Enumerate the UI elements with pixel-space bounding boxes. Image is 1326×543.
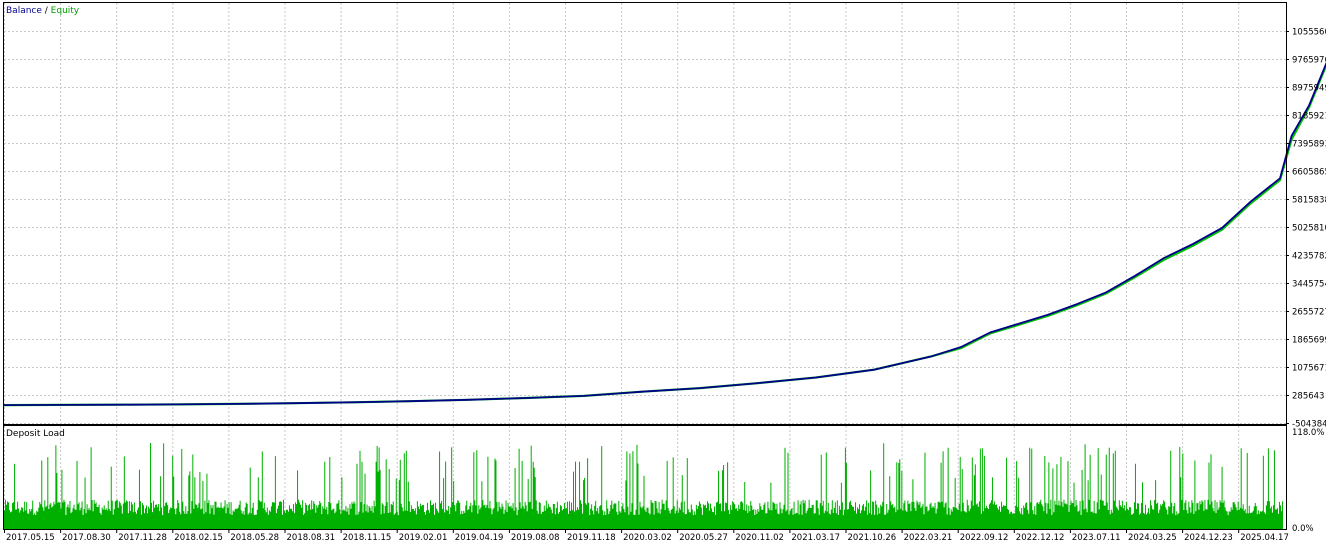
x-tick-label: 2021.03.17 [791, 533, 840, 543]
y-tick-label: 9765976 [1292, 56, 1326, 66]
y-tick-label: 6605865 [1292, 168, 1326, 178]
x-tick-label: 2022.03.21 [904, 533, 953, 543]
legend-equity: Equity [51, 6, 80, 16]
legend: Balance / Equity [6, 6, 80, 16]
x-tick-label: 2020.11.02 [735, 533, 784, 543]
x-tick-label: 2017.05.15 [6, 533, 55, 543]
x-tick-label: 2018.11.15 [343, 533, 392, 543]
y-tick-label: 4235782 [1292, 252, 1326, 262]
y-tick-label: 5025810 [1292, 224, 1326, 234]
x-tick-label: 2024.12.23 [1184, 533, 1233, 543]
background [0, 0, 1326, 543]
y-tick-label: 1865699 [1292, 336, 1326, 346]
x-tick-label: 2022.12.12 [1016, 533, 1065, 543]
x-tick-label: 2018.05.28 [230, 533, 279, 543]
x-tick-label: 2020.05.27 [679, 533, 728, 543]
y-tick-label: 10555600 [1292, 28, 1326, 38]
x-tick-label: 2018.08.31 [287, 533, 336, 543]
y-tick-label: 2655727 [1292, 308, 1326, 318]
x-tick-label: 2018.02.15 [174, 533, 223, 543]
y-tick-label: 8185921 [1292, 112, 1326, 122]
y-axis-labels: 10555600 9765976 8975949 8185921 7395893 6605… [1286, 28, 1326, 430]
x-tick-label: 2020.03.02 [623, 533, 672, 543]
deposit-y-label: 0.0% [1292, 524, 1314, 534]
strategy-tester-graph: Balance / Equity 10555600 9765976 8975949 8… [0, 0, 1326, 543]
x-tick-label: 2019.11.18 [567, 533, 616, 543]
x-tick-label: 2019.02.01 [399, 533, 448, 543]
x-tick-label: 2017.11.28 [118, 533, 167, 543]
x-tick-label: 2021.10.26 [848, 533, 897, 543]
x-tick-label: 2022.09.12 [960, 533, 1009, 543]
deposit-title: Deposit Load [6, 429, 65, 439]
legend-separator: / [42, 6, 51, 16]
x-tick-label: 2017.08.30 [62, 533, 111, 543]
y-tick-label: 7395893 [1292, 140, 1326, 150]
y-tick-label: 5815838 [1292, 196, 1326, 206]
y-tick-label: 285643 [1292, 392, 1324, 402]
y-tick-label: 8975949 [1292, 84, 1326, 94]
y-tick-label: 3445754 [1292, 280, 1326, 290]
x-tick-label: 2023.07.11 [1072, 533, 1121, 543]
x-tick-label: 2025.04.17 [1240, 533, 1289, 543]
x-tick-label: 2019.08.08 [511, 533, 560, 543]
deposit-y-label: 118.0% [1292, 428, 1324, 438]
legend-balance: Balance [6, 6, 42, 16]
x-tick-label: 2019.04.19 [455, 533, 504, 543]
y-tick-label: 1075671 [1292, 364, 1326, 374]
x-tick-label: 2024.03.25 [1128, 533, 1177, 543]
